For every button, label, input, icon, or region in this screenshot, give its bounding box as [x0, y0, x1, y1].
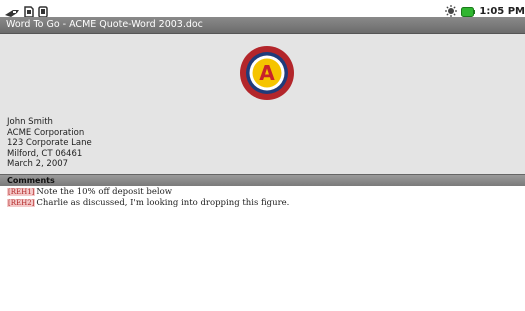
- document-title: Word To Go - ACME Quote-Word 2003.doc: [6, 19, 203, 30]
- status-clock: 1:05 PM: [479, 6, 525, 17]
- comment-item[interactable]: [REH2] Charlie as discussed, I'm looking …: [7, 198, 289, 209]
- address-line: 123 Corporate Lane: [7, 138, 92, 148]
- app-title-bar: Word To Go - ACME Quote-Word 2003.doc: [0, 17, 525, 34]
- comments-label: Comments: [7, 176, 55, 185]
- comment-item[interactable]: [REH1] Note the 10% off deposit below: [7, 187, 289, 198]
- comments-pane-header[interactable]: Comments: [0, 174, 525, 186]
- address-line: John Smith: [7, 117, 53, 127]
- recipient-address: John Smith ACME Corporation 123 Corporat…: [7, 117, 92, 170]
- comment-text: Note the 10% off deposit below: [36, 187, 172, 197]
- comments-list: [REH1] Note the 10% off deposit below [RE…: [7, 187, 289, 209]
- comment-text: Charlie as discussed, I'm looking into d…: [36, 198, 290, 208]
- address-date: March 2, 2007: [7, 159, 69, 169]
- acme-logo: A: [240, 46, 294, 100]
- address-line: Milford, CT 06461: [7, 148, 83, 159]
- comment-tag: [REH2]: [7, 199, 36, 207]
- address-line: ACME Corporation: [7, 127, 85, 138]
- document-view[interactable]: A John Smith ACME Corporation 123 Corpor…: [0, 34, 525, 174]
- status-bar: 1:05 PM: [0, 0, 525, 18]
- logo-letter: A: [259, 61, 275, 85]
- comment-tag: [REH1]: [7, 188, 36, 196]
